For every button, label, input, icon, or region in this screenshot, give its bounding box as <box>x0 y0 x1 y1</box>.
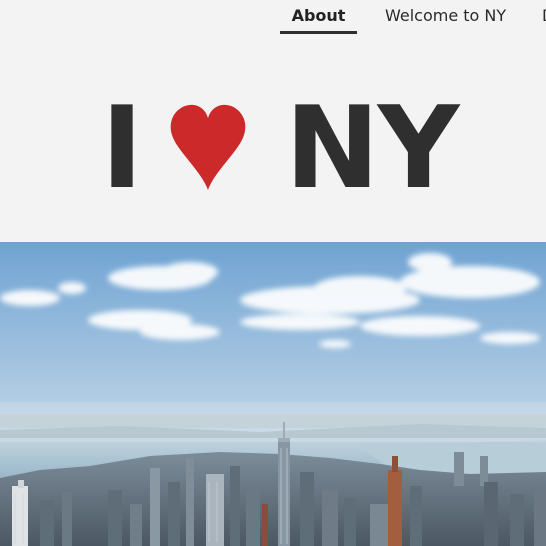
logo-word-i: I <box>101 82 143 214</box>
city-skyline-illustration <box>0 242 546 546</box>
nav-item-truncated[interactable]: D <box>542 0 546 31</box>
nav-item-welcome[interactable]: Welcome to NY <box>385 0 506 31</box>
i-love-ny-logo: I NY <box>99 92 459 205</box>
logo-word-ny: NY <box>285 82 459 214</box>
page: About Welcome to NY D I NY <box>0 0 546 546</box>
nav-item-about[interactable]: About <box>280 0 357 34</box>
city-skyline-photo <box>0 242 546 546</box>
heart-icon <box>170 104 246 190</box>
